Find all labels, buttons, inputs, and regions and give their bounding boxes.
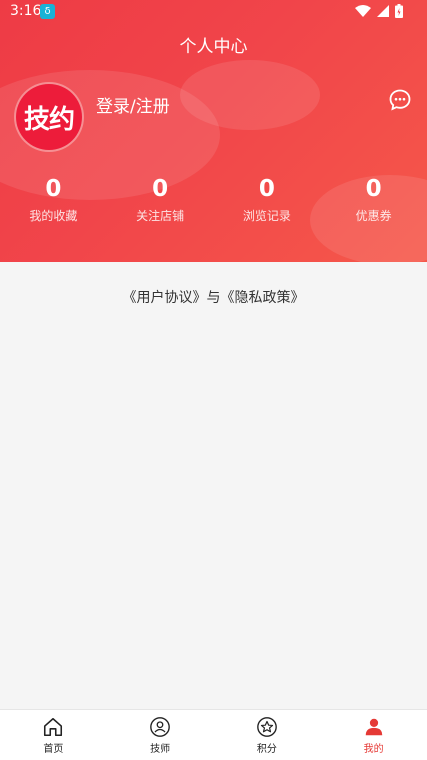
privacy-policy-link[interactable]: 《隐私政策》: [221, 290, 305, 306]
decor-blob: [180, 60, 320, 130]
tab-home[interactable]: 首页: [0, 710, 107, 760]
profile-icon: [365, 718, 382, 735]
stat-label: 我的收藏: [29, 209, 78, 223]
stat-value: 0: [258, 176, 275, 202]
tab-label: 积分: [256, 743, 277, 755]
tab-label: 技师: [150, 743, 171, 755]
tab-label: 首页: [43, 743, 64, 755]
tab-label: 我的: [363, 743, 384, 755]
tab-profile[interactable]: 我的: [320, 710, 427, 760]
stat-favorites[interactable]: 0 我的收藏: [0, 174, 107, 224]
profile-header: 3:16 δ 个人中心 技约 登录/注册 0 我的收藏 0 关注店铺 0 浏览记…: [0, 0, 427, 262]
avatar-logo-text: 技约: [23, 104, 75, 135]
status-bar: 3:16 δ: [0, 0, 427, 24]
agreement-and-text: 与: [206, 290, 221, 306]
tab-technician[interactable]: 技师: [107, 710, 214, 760]
tab-points[interactable]: 积分: [214, 710, 321, 760]
stat-value: 0: [152, 176, 169, 202]
login-register-link[interactable]: 登录/注册: [96, 92, 170, 117]
wifi-icon: [355, 5, 371, 17]
stats-row: 0 我的收藏 0 关注店铺 0 浏览记录 0 优惠券: [0, 174, 427, 224]
stat-value: 0: [365, 176, 382, 202]
bottom-tab-bar: 首页 技师 积分 我的: [0, 709, 427, 760]
technician-icon: [150, 716, 170, 737]
stat-browse-history[interactable]: 0 浏览记录: [214, 174, 321, 224]
home-icon: [44, 717, 63, 736]
stat-followed-shops[interactable]: 0 关注店铺: [107, 174, 214, 224]
status-time: 3:16: [10, 3, 42, 19]
agreement-links: 《用户协议》与《隐私政策》: [0, 287, 427, 307]
battery-icon: [395, 4, 403, 18]
points-icon: [257, 716, 277, 737]
avatar[interactable]: 技约: [16, 84, 82, 150]
notification-badge-icon: δ: [40, 4, 55, 19]
signal-icon: [377, 5, 389, 17]
page-title: 个人中心: [179, 37, 248, 57]
stat-value: 0: [45, 176, 62, 202]
stat-label: 浏览记录: [242, 209, 291, 223]
stat-label: 优惠券: [355, 209, 392, 223]
user-agreement-link[interactable]: 《用户协议》: [123, 290, 207, 306]
stat-label: 关注店铺: [136, 209, 185, 223]
stat-coupons[interactable]: 0 优惠券: [320, 174, 427, 224]
message-icon[interactable]: [388, 88, 412, 112]
